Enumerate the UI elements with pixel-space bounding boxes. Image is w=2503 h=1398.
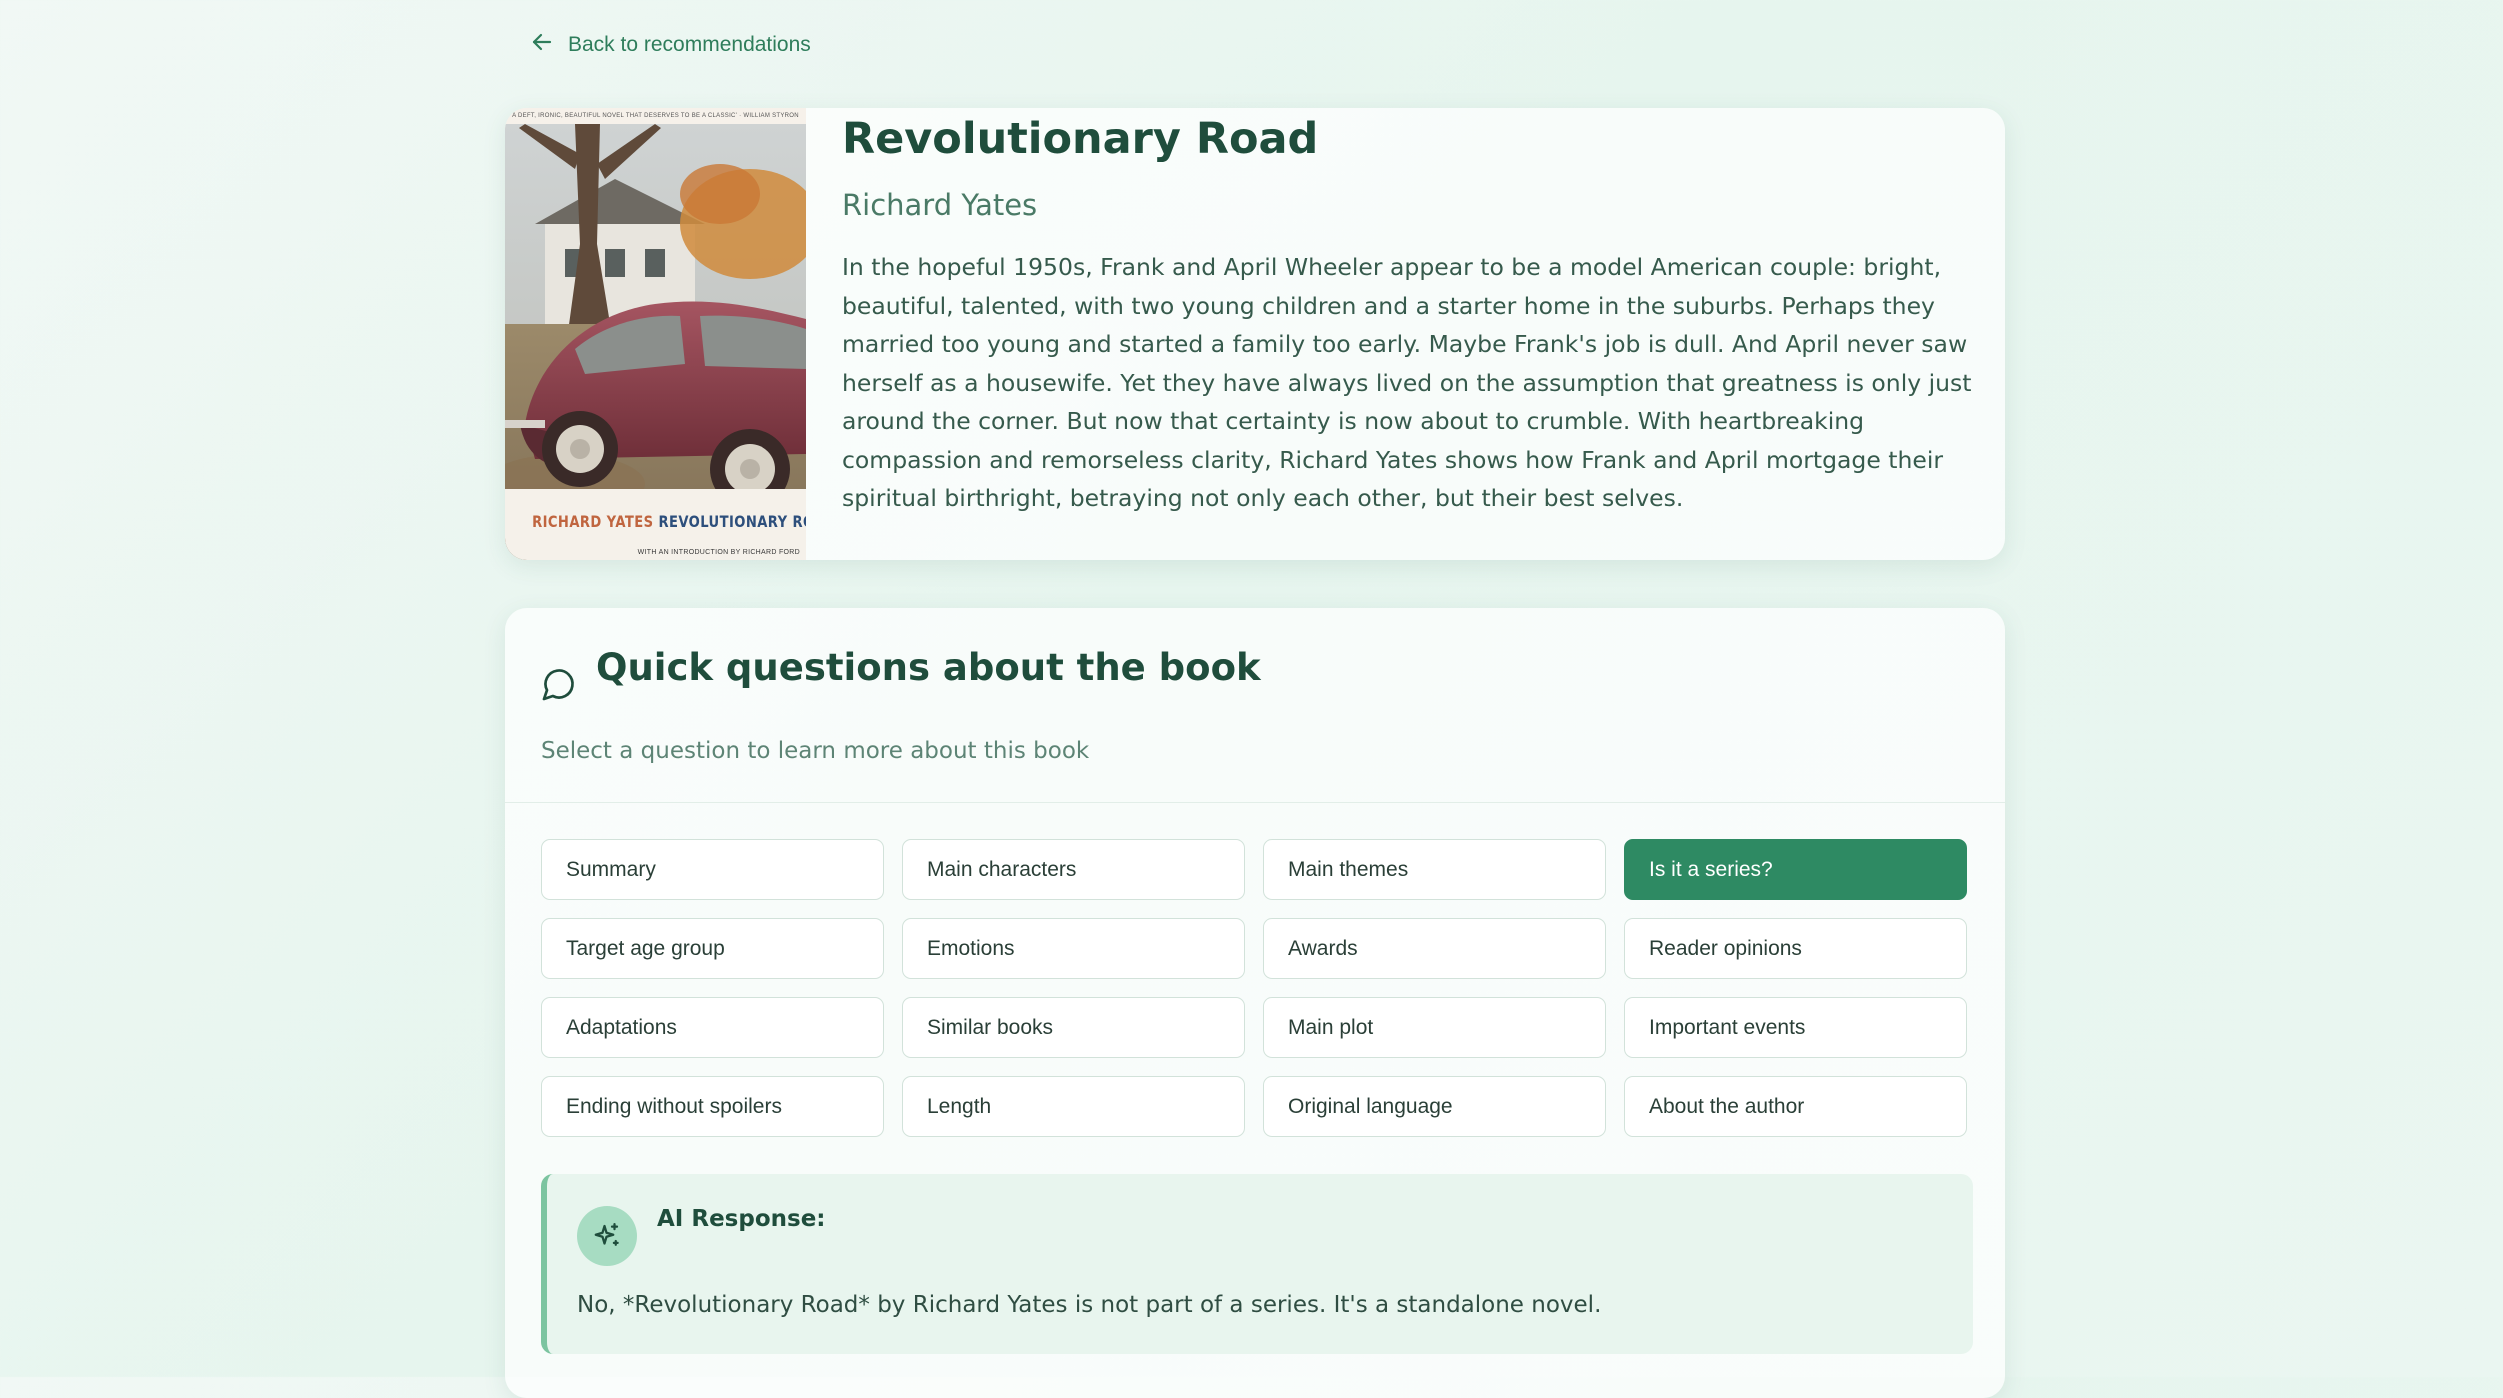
cover-title-text: RICHARD YATES REVOLUTIONARY ROAD [532, 512, 806, 531]
back-to-recommendations-link[interactable]: Back to recommendations [530, 30, 811, 60]
question-button-main-characters[interactable]: Main characters [902, 839, 1245, 900]
quick-questions-card: Quick questions about the book Select a … [505, 608, 2005, 1398]
ai-response-panel: AI Response: No, *Revolutionary Road* by… [541, 1174, 1973, 1354]
book-details-card: A DEFT, IRONIC, BEAUTIFUL NOVEL THAT DES… [505, 108, 2005, 560]
cover-book-title-text: REVOLUTIONARY ROAD [658, 512, 806, 531]
back-link-label: Back to recommendations [568, 33, 811, 56]
book-description: In the hopeful 1950s, Frank and April Wh… [842, 253, 1972, 512]
sparkles-icon [577, 1206, 637, 1266]
question-button-important-events[interactable]: Important events [1624, 997, 1967, 1058]
book-title: Revolutionary Road [842, 114, 1319, 164]
question-button-summary[interactable]: Summary [541, 839, 884, 900]
quick-questions-subtitle: Select a question to learn more about th… [541, 738, 1090, 764]
book-author: Richard Yates [842, 188, 1038, 222]
ai-response-text: No, *Revolutionary Road* by Richard Yate… [577, 1292, 1602, 1318]
ai-response-label: AI Response: [657, 1206, 826, 1232]
question-button-awards[interactable]: Awards [1263, 918, 1606, 979]
question-grid: Summary Main characters Main themes Is i… [541, 839, 1973, 1137]
question-button-target-age-group[interactable]: Target age group [541, 918, 884, 979]
question-button-emotions[interactable]: Emotions [902, 918, 1245, 979]
cover-intro-text: WITH AN INTRODUCTION BY RICHARD FORD [637, 549, 800, 556]
question-button-is-it-a-series[interactable]: Is it a series? [1624, 839, 1967, 900]
chat-bubble-icon [541, 666, 577, 702]
arrow-left-icon [530, 30, 554, 60]
question-button-ending-without-spoilers[interactable]: Ending without spoilers [541, 1076, 884, 1137]
cover-tagline: A DEFT, IRONIC, BEAUTIFUL NOVEL THAT DES… [505, 108, 806, 124]
question-button-about-the-author[interactable]: About the author [1624, 1076, 1967, 1137]
question-button-length[interactable]: Length [902, 1076, 1245, 1137]
question-button-adaptations[interactable]: Adaptations [541, 997, 884, 1058]
question-button-reader-opinions[interactable]: Reader opinions [1624, 918, 1967, 979]
question-button-similar-books[interactable]: Similar books [902, 997, 1245, 1058]
quick-questions-header: Quick questions about the book Select a … [505, 608, 2005, 803]
quick-questions-title: Quick questions about the book [596, 646, 1261, 689]
cover-author-text: RICHARD YATES [532, 512, 654, 531]
book-cover: A DEFT, IRONIC, BEAUTIFUL NOVEL THAT DES… [505, 108, 806, 560]
question-button-main-plot[interactable]: Main plot [1263, 997, 1606, 1058]
question-button-main-themes[interactable]: Main themes [1263, 839, 1606, 900]
question-button-original-language[interactable]: Original language [1263, 1076, 1606, 1137]
